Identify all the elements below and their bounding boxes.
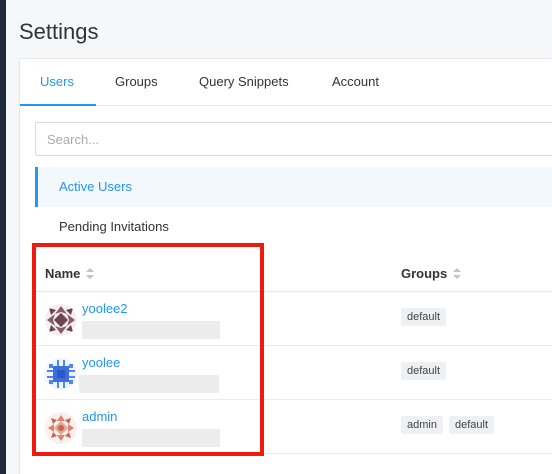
- page-title: Settings: [19, 19, 99, 44]
- group-tag[interactable]: default: [401, 362, 447, 380]
- column-header-groups[interactable]: Groups: [401, 266, 462, 281]
- tab-query-snippets[interactable]: Query Snippets: [199, 74, 289, 89]
- tab-groups[interactable]: Groups: [115, 74, 158, 89]
- tab-users[interactable]: Users: [40, 74, 74, 89]
- group-tag[interactable]: default: [401, 308, 447, 326]
- search-input[interactable]: [35, 122, 552, 156]
- column-groups-label: Groups: [401, 266, 448, 281]
- filter-pending-invitations[interactable]: Pending Invitations: [35, 207, 552, 247]
- tab-account[interactable]: Account: [332, 74, 379, 89]
- sort-icon[interactable]: [453, 268, 462, 280]
- group-tag[interactable]: default: [449, 416, 495, 434]
- filter-active-users[interactable]: Active Users: [35, 167, 552, 207]
- tab-bar: Users Groups Query Snippets Account: [20, 59, 552, 106]
- group-tag[interactable]: admin: [401, 416, 443, 434]
- highlight-box: [32, 243, 264, 456]
- active-tab-indicator: [20, 104, 96, 106]
